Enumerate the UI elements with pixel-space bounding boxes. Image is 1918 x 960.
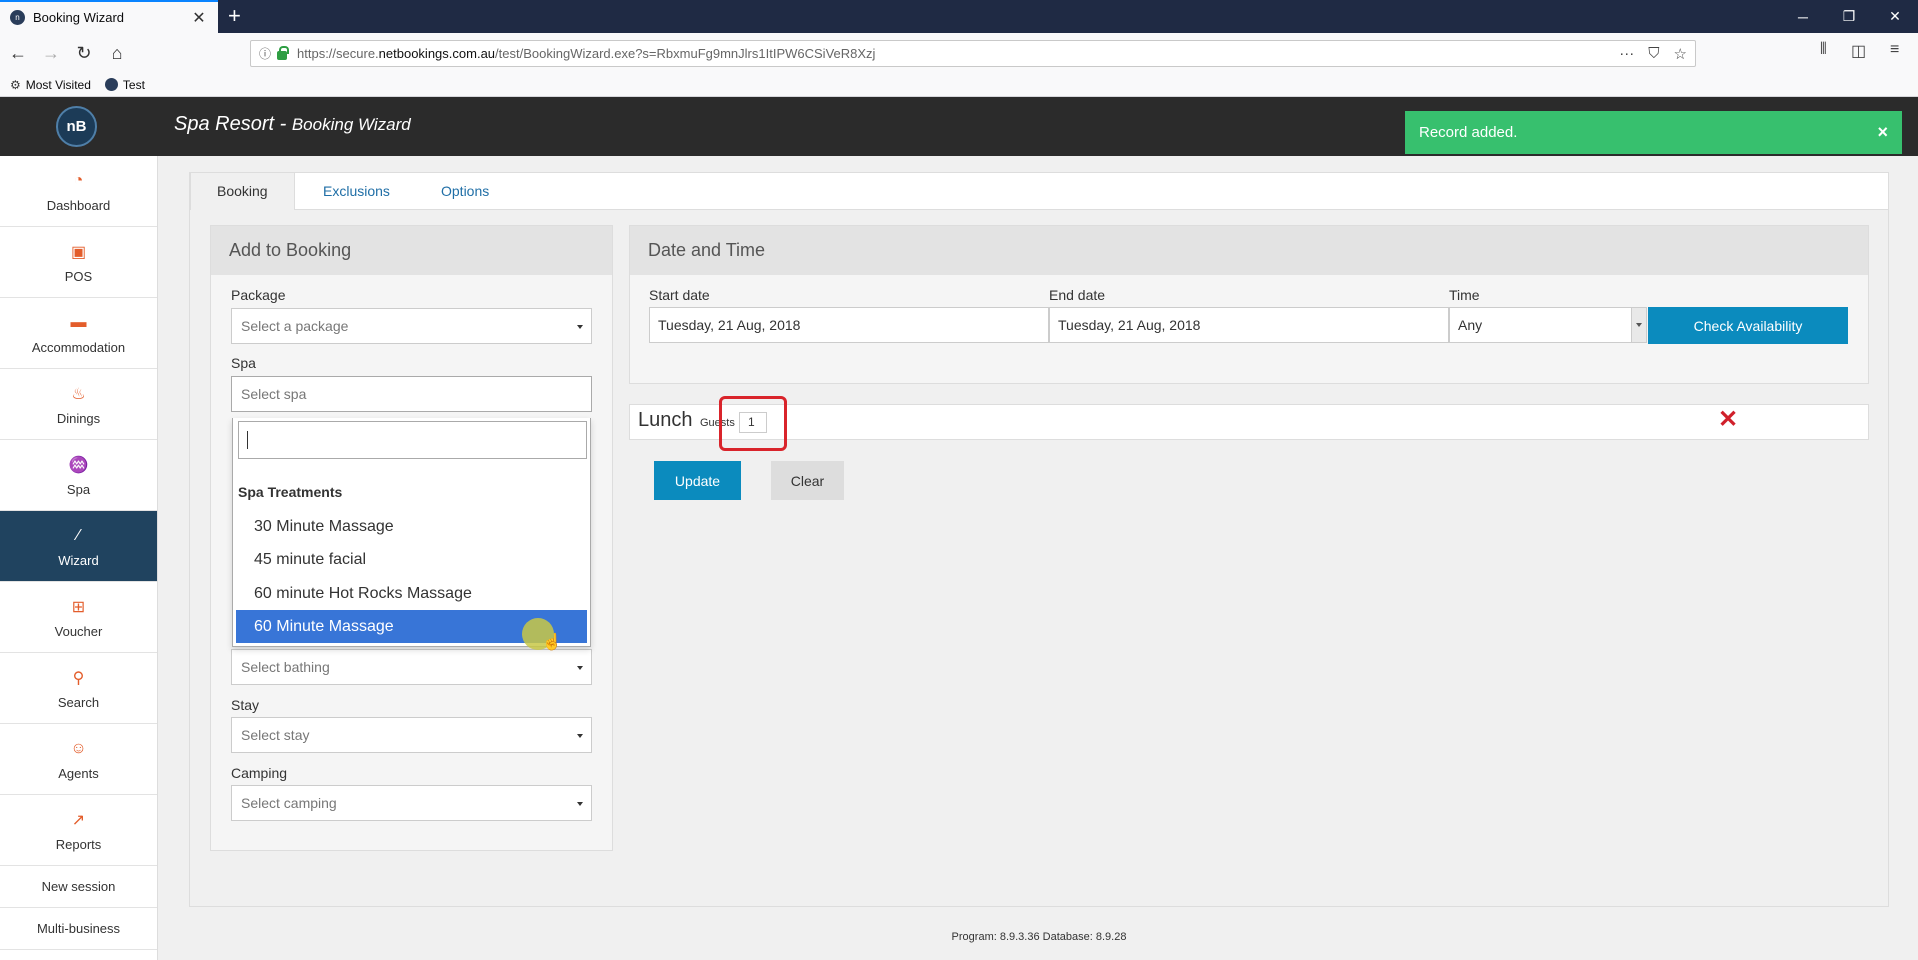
sidebar-item-voucher[interactable]: ⊞ Voucher [0,582,157,653]
netbookings-logo[interactable]: nB [56,106,97,147]
tab-bar: Booking Exclusions Options [190,173,1888,210]
time-label: Time [1449,287,1480,303]
reload-icon[interactable]: ↻ [71,40,97,66]
success-toast: Record added. × [1405,111,1902,154]
page-actions-icon[interactable]: ··· [1619,45,1634,62]
time-select[interactable]: Any [1449,307,1647,343]
library-icon[interactable]: ⫴ [1820,41,1827,59]
tab-options[interactable]: Options [415,173,515,210]
info-icon[interactable]: ⓘ [259,45,271,62]
gear-icon: ⚙ [10,77,21,92]
spa-icon: ♒ [68,456,89,474]
sidebar-item-agents[interactable]: ☺ Agents [0,724,157,795]
stay-label: Stay [231,697,260,713]
new-tab-icon[interactable]: + [228,4,241,28]
bed-icon: ▬ [70,313,87,331]
sidebar-item-reports[interactable]: ↗ Reports [0,795,157,866]
back-icon[interactable]: ← [5,40,31,66]
sidebar-toggle-icon[interactable]: ◫ [1851,41,1866,61]
close-icon[interactable]: × [1877,122,1888,143]
url-bar[interactable]: ⓘ https://secure.netbookings.com.au/test… [250,40,1696,67]
dropdown-search-input[interactable] [238,421,587,459]
multi-business-link[interactable]: Multi-business [0,908,157,950]
browser-nav-bar: ← → ↻ ⌂ ⓘ https://secure.netbookings.com… [0,33,1918,73]
date-time-panel: Date and Time [629,225,1869,384]
site-favicon-icon: n [10,10,25,25]
panel-title: Add to Booking [211,226,612,275]
clear-button[interactable]: Clear [771,461,844,500]
sidebar: ◔ Dashboard ▣ POS ▬ Accommodation ♨ Dini… [0,156,158,960]
camping-select[interactable]: Select camping [231,785,592,821]
bookmark-star-icon[interactable]: ☆ [1674,45,1687,63]
chevron-down-icon [1631,308,1646,342]
chevron-down-icon [577,734,583,738]
spa-dropdown: Spa Treatments 30 Minute Massage 45 minu… [232,418,591,647]
lock-icon [277,46,290,60]
sidebar-item-accommodation[interactable]: ▬ Accommodation [0,298,157,369]
app-header: nB Spa Resort - Booking Wizard Record ad… [0,97,1918,156]
remove-icon[interactable]: ✕ [1718,405,1738,434]
chevron-down-icon [577,666,583,670]
start-date-input[interactable]: Tuesday, 21 Aug, 2018 [649,307,1049,343]
bookmark-most-visited[interactable]: ⚙ Most Visited [10,78,91,92]
dropdown-option[interactable]: 30 Minute Massage [236,510,587,543]
bookmark-test[interactable]: Test [104,78,145,92]
browser-tab[interactable]: n Booking Wizard ✕ [0,0,218,33]
minimize-icon[interactable]: ─ [1780,0,1826,33]
tab-exclusions[interactable]: Exclusions [297,173,416,210]
check-availability-button[interactable]: Check Availability [1648,307,1848,344]
site-favicon-icon [104,78,118,91]
annotation-highlight [719,396,787,451]
sidebar-item-dashboard[interactable]: ◔ Dashboard [0,156,157,227]
gift-icon: ⊞ [71,598,86,616]
forward-icon[interactable]: → [38,40,64,66]
hand-cursor-icon: ☝ [542,634,562,651]
tab-title: Booking Wizard [33,10,125,25]
version-footer: Program: 8.9.3.36 Database: 8.9.28 [951,931,1127,943]
sidebar-item-search[interactable]: ⚲ Search [0,653,157,724]
dining-icon: ♨ [71,385,86,403]
panel-title: Date and Time [630,226,1868,275]
search-icon: ⚲ [72,669,85,687]
wand-icon: ⁄ [77,526,80,544]
end-date-input[interactable]: Tuesday, 21 Aug, 2018 [1049,307,1449,343]
url-text: https://secure.netbookings.com.au/test/B… [297,46,876,61]
dropdown-option[interactable]: 60 minute Hot Rocks Massage [236,577,587,610]
tab-close-icon[interactable]: ✕ [190,8,208,28]
restore-icon[interactable]: ❐ [1826,0,1872,33]
sidebar-item-wizard[interactable]: ⁄ Wizard [0,511,157,582]
booking-item-row: Lunch Guests 1 [629,404,1869,440]
camping-label: Camping [231,765,288,781]
spa-label: Spa [231,355,256,371]
update-button[interactable]: Update [654,461,741,500]
booking-item-title: Lunch [638,409,693,431]
pos-icon: ▣ [70,243,87,261]
dropdown-group-label: Spa Treatments [238,484,343,500]
dropdown-option[interactable]: 45 minute facial [236,543,587,576]
end-date-label: End date [1049,287,1106,303]
pocket-icon[interactable]: ⛉ [1648,45,1659,62]
new-session-link[interactable]: New session [0,866,157,908]
sidebar-item-spa[interactable]: ♒ Spa [0,440,157,511]
gauge-icon: ◔ [73,171,84,189]
agent-icon: ☺ [70,739,87,757]
start-date-label: Start date [649,287,710,303]
chart-icon: ↗ [71,811,86,829]
package-select[interactable]: Select a package [231,308,592,344]
sidebar-item-dinings[interactable]: ♨ Dinings [0,369,157,440]
home-icon[interactable]: ⌂ [104,40,130,66]
sidebar-item-pos[interactable]: ▣ POS [0,227,157,298]
bathing-select[interactable]: Select bathing [231,649,592,685]
close-window-icon[interactable]: ✕ [1872,0,1918,33]
stay-select[interactable]: Select stay [231,717,592,753]
tab-booking[interactable]: Booking [190,173,295,210]
spa-select[interactable]: Select spa [231,376,592,412]
menu-icon[interactable]: ≡ [1890,41,1899,59]
browser-tab-bar: n Booking Wizard ✕ + ─ ❐ ✕ [0,0,1918,33]
bookmarks-bar: ⚙ Most Visited Test [0,73,1918,97]
chevron-down-icon [577,325,583,329]
page-title: Spa Resort - Booking Wizard [174,113,411,135]
package-label: Package [231,287,286,303]
chevron-down-icon [577,802,583,806]
